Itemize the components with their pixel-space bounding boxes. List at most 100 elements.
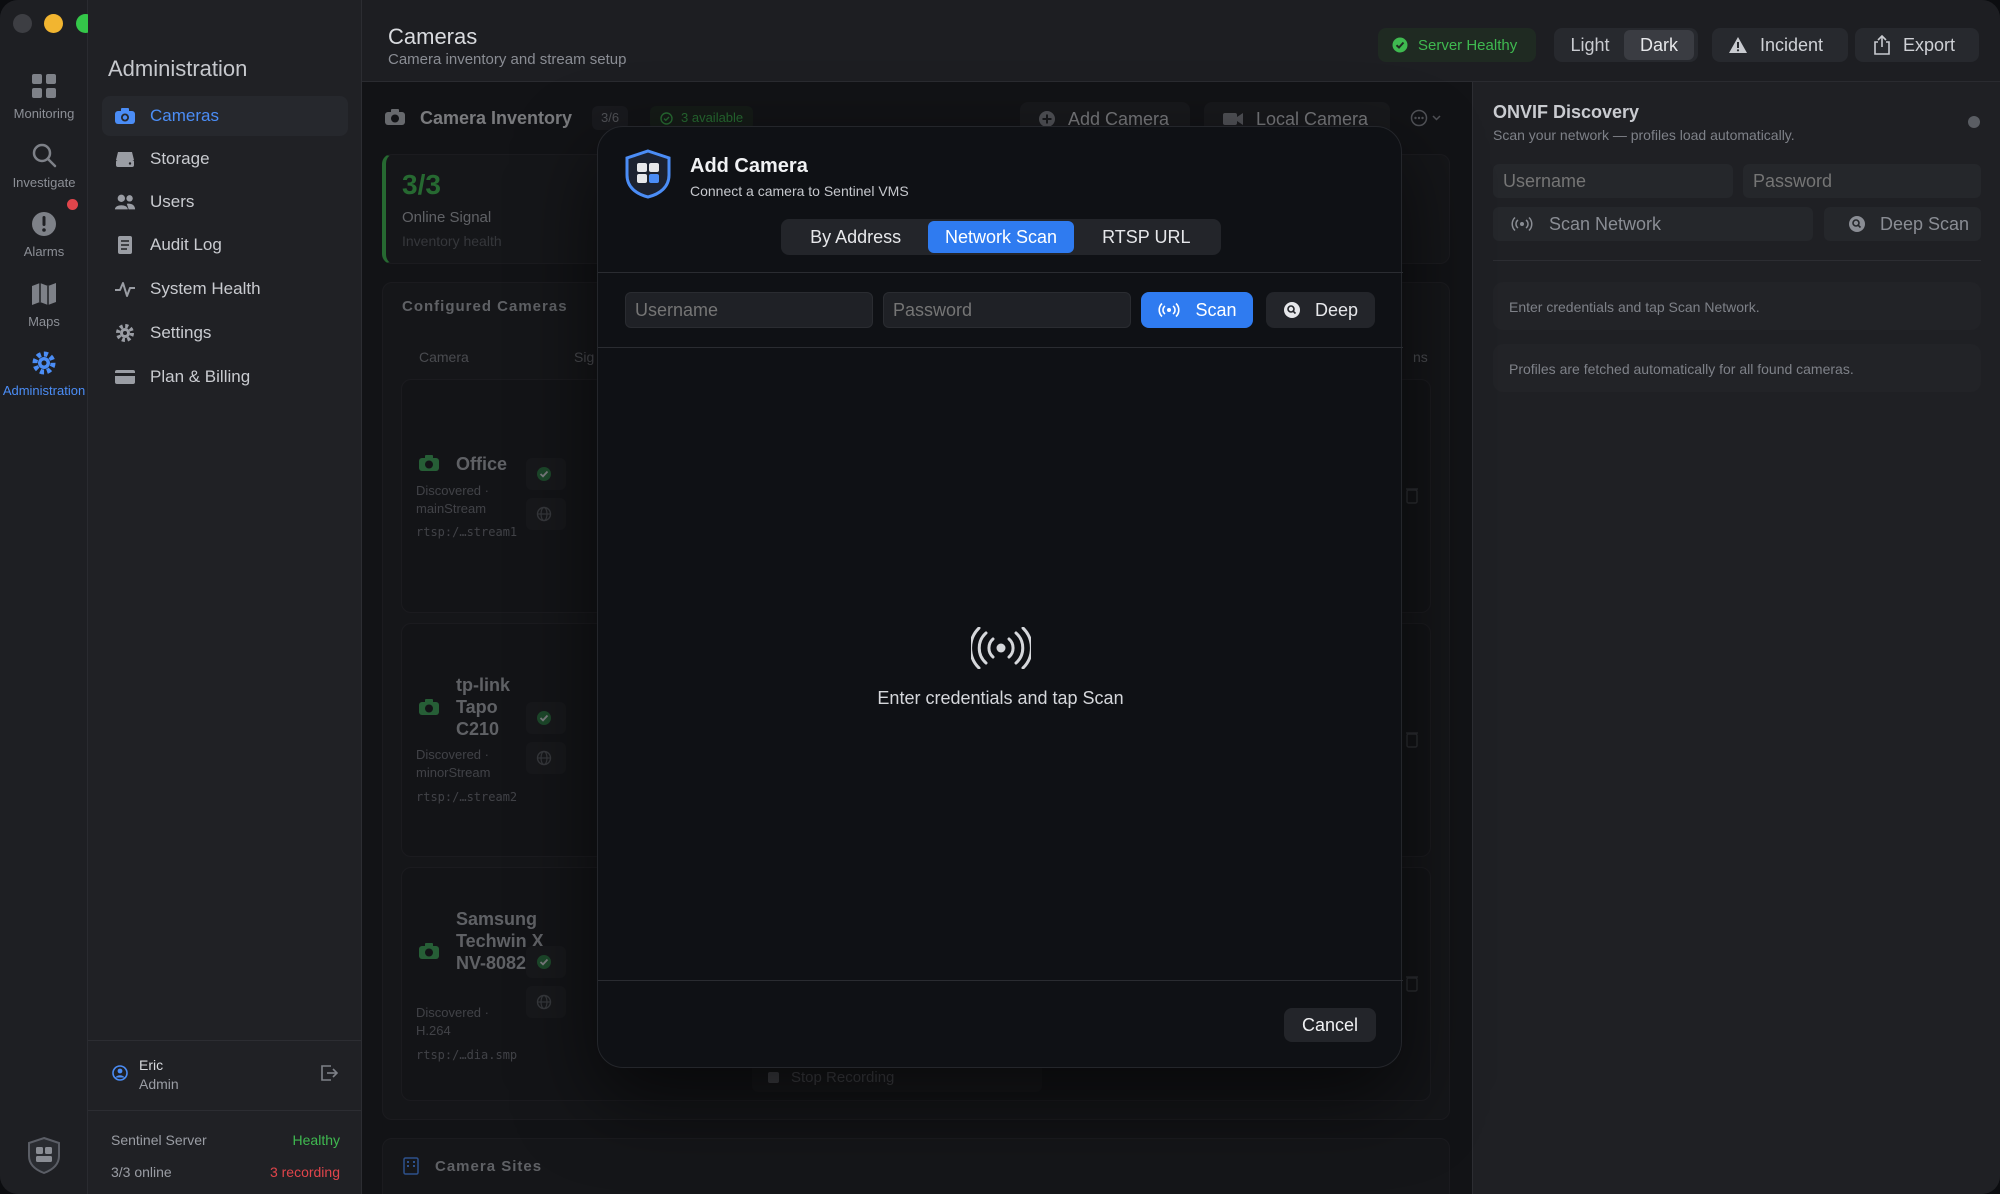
warning-icon: [1728, 36, 1748, 54]
broadcast-icon: [1157, 302, 1181, 318]
onvif-username-field[interactable]: [1493, 164, 1733, 198]
alarm-badge: [67, 199, 78, 210]
alert-icon: [32, 212, 56, 236]
sidebar-item-label: Plan & Billing: [150, 367, 251, 386]
password-input[interactable]: [883, 292, 1131, 328]
rail-item-alarms[interactable]: Alarms: [0, 210, 88, 259]
sentinel-logo-icon: [624, 149, 672, 204]
tab-rtsp-url[interactable]: RTSP URL: [1074, 221, 1219, 253]
magnifier-icon: [1848, 215, 1866, 233]
user-name: Eric: [139, 1057, 164, 1073]
rail-item-monitoring[interactable]: Monitoring: [0, 72, 88, 121]
onvif-panel: ONVIF Discovery Scan your network — prof…: [1472, 82, 2000, 1194]
server-health: Healthy: [292, 1132, 340, 1148]
online-count: 3/3 online: [111, 1164, 172, 1180]
sidebar-item-label: Audit Log: [150, 235, 222, 254]
sidebar-item-label: Cameras: [150, 106, 219, 125]
users-icon: [114, 191, 136, 213]
rail-label: Investigate: [12, 175, 76, 190]
check-circle-icon: [1392, 37, 1408, 53]
broadcast-icon: [598, 626, 1403, 674]
server-status-panel: Sentinel Server Healthy 3/3 online 3 rec…: [88, 1110, 362, 1194]
dialog-title: Add Camera: [690, 155, 808, 177]
onvif-hint: Profiles are fetched automatically for a…: [1493, 344, 1981, 392]
gear-icon: [114, 322, 136, 344]
username-input[interactable]: [625, 292, 873, 328]
sidebar-item-system-health[interactable]: System Health: [102, 269, 348, 309]
sentinel-logo-icon: [26, 1136, 62, 1179]
sidebar-item-storage[interactable]: Storage: [102, 139, 348, 179]
divider: [598, 980, 1403, 981]
sidebar-item-plan-billing[interactable]: Plan & Billing: [102, 357, 348, 397]
onvif-title: ONVIF Discovery: [1493, 102, 1640, 122]
deep-scan-button[interactable]: Deep Scan: [1824, 207, 1981, 241]
server-healthy-badge: Server Healthy: [1378, 28, 1536, 62]
minimize-window-button[interactable]: [44, 14, 63, 33]
scan-button[interactable]: Scan: [1141, 292, 1253, 328]
sidebar-item-settings[interactable]: Settings: [102, 313, 348, 353]
divider: [598, 347, 1403, 348]
theme-toggle: Light Dark: [1554, 28, 1698, 62]
top-bar: Cameras Camera inventory and stream setu…: [362, 0, 2000, 82]
magnifier-icon: [1283, 301, 1301, 319]
scan-network-label: Scan Network: [1549, 213, 1662, 234]
document-icon: [114, 234, 136, 256]
empty-state: Enter credentials and tap Scan: [598, 626, 1403, 709]
incident-button[interactable]: Incident: [1712, 28, 1848, 62]
export-label: Export: [1903, 34, 1956, 55]
rail-item-investigate[interactable]: Investigate: [0, 141, 88, 190]
nav-rail: Monitoring Investigate Alarms Maps Admin…: [0, 0, 95, 1194]
sidebar-item-users[interactable]: Users: [102, 182, 348, 222]
app-window: Monitoring Investigate Alarms Maps Admin…: [0, 0, 2000, 1194]
export-button[interactable]: Export: [1855, 28, 1979, 62]
user-icon: [112, 1065, 128, 1086]
deep-label: Deep: [1314, 299, 1359, 320]
gear-icon: [32, 351, 56, 375]
sidebar-item-label: Storage: [150, 149, 210, 168]
tab-network-scan[interactable]: Network Scan: [928, 221, 1074, 253]
deep-scan-button[interactable]: Deep: [1266, 292, 1375, 328]
recording-count: 3 recording: [269, 1164, 340, 1180]
incident-label: Incident: [1760, 34, 1824, 55]
deep-scan-label: Deep Scan: [1880, 213, 1970, 234]
scan-network-button[interactable]: Scan Network: [1493, 207, 1813, 241]
user-role: Admin: [139, 1076, 179, 1092]
add-camera-dialog: Add Camera Connect a camera to Sentinel …: [597, 126, 1403, 1068]
rail-label: Maps: [28, 314, 60, 329]
theme-dark-button[interactable]: Dark: [1624, 30, 1694, 60]
sidebar-item-label: Settings: [150, 323, 212, 342]
server-status-label: Server Healthy: [1418, 36, 1518, 54]
storage-icon: [114, 148, 136, 170]
sidebar-item-cameras[interactable]: Cameras: [102, 96, 348, 136]
server-name: Sentinel Server: [111, 1132, 207, 1148]
rail-item-administration[interactable]: Administration: [0, 349, 88, 398]
rail-label: Alarms: [23, 244, 65, 259]
onvif-hint-text: Enter credentials and tap Scan Network.: [1509, 299, 1760, 315]
sidebar-item-label: System Health: [150, 279, 261, 298]
close-window-button[interactable]: [13, 14, 32, 33]
rail-item-maps[interactable]: Maps: [0, 280, 88, 329]
scan-label: Scan: [1195, 299, 1237, 320]
divider: [598, 272, 1403, 273]
onvif-hint: Enter credentials and tap Scan Network.: [1493, 282, 1981, 330]
status-dot: [1968, 116, 1980, 128]
grid-icon: [32, 74, 56, 98]
onvif-password-field[interactable]: [1743, 164, 1981, 198]
share-icon: [1873, 35, 1891, 55]
page-subtitle: Camera inventory and stream setup: [388, 51, 627, 68]
map-icon: [32, 283, 56, 305]
empty-state-text: Enter credentials and tap Scan: [877, 688, 1124, 708]
logout-icon[interactable]: [320, 1065, 339, 1086]
dialog-subtitle: Connect a camera to Sentinel VMS: [690, 183, 909, 199]
broadcast-icon: [1511, 216, 1533, 232]
sidebar-title: Administration: [108, 56, 248, 81]
mode-segmented-control: By Address Network Scan RTSP URL: [781, 219, 1221, 255]
tab-by-address[interactable]: By Address: [783, 221, 928, 253]
rail-label: Administration: [2, 383, 86, 398]
user-panel[interactable]: Eric Admin: [88, 1040, 362, 1110]
sidebar-item-audit-log[interactable]: Audit Log: [102, 225, 348, 265]
theme-light-button[interactable]: Light: [1556, 30, 1624, 60]
onvif-subtitle: Scan your network — profiles load automa…: [1493, 127, 1795, 143]
cancel-button[interactable]: Cancel: [1284, 1008, 1376, 1042]
sidebar-item-label: Users: [150, 192, 195, 211]
